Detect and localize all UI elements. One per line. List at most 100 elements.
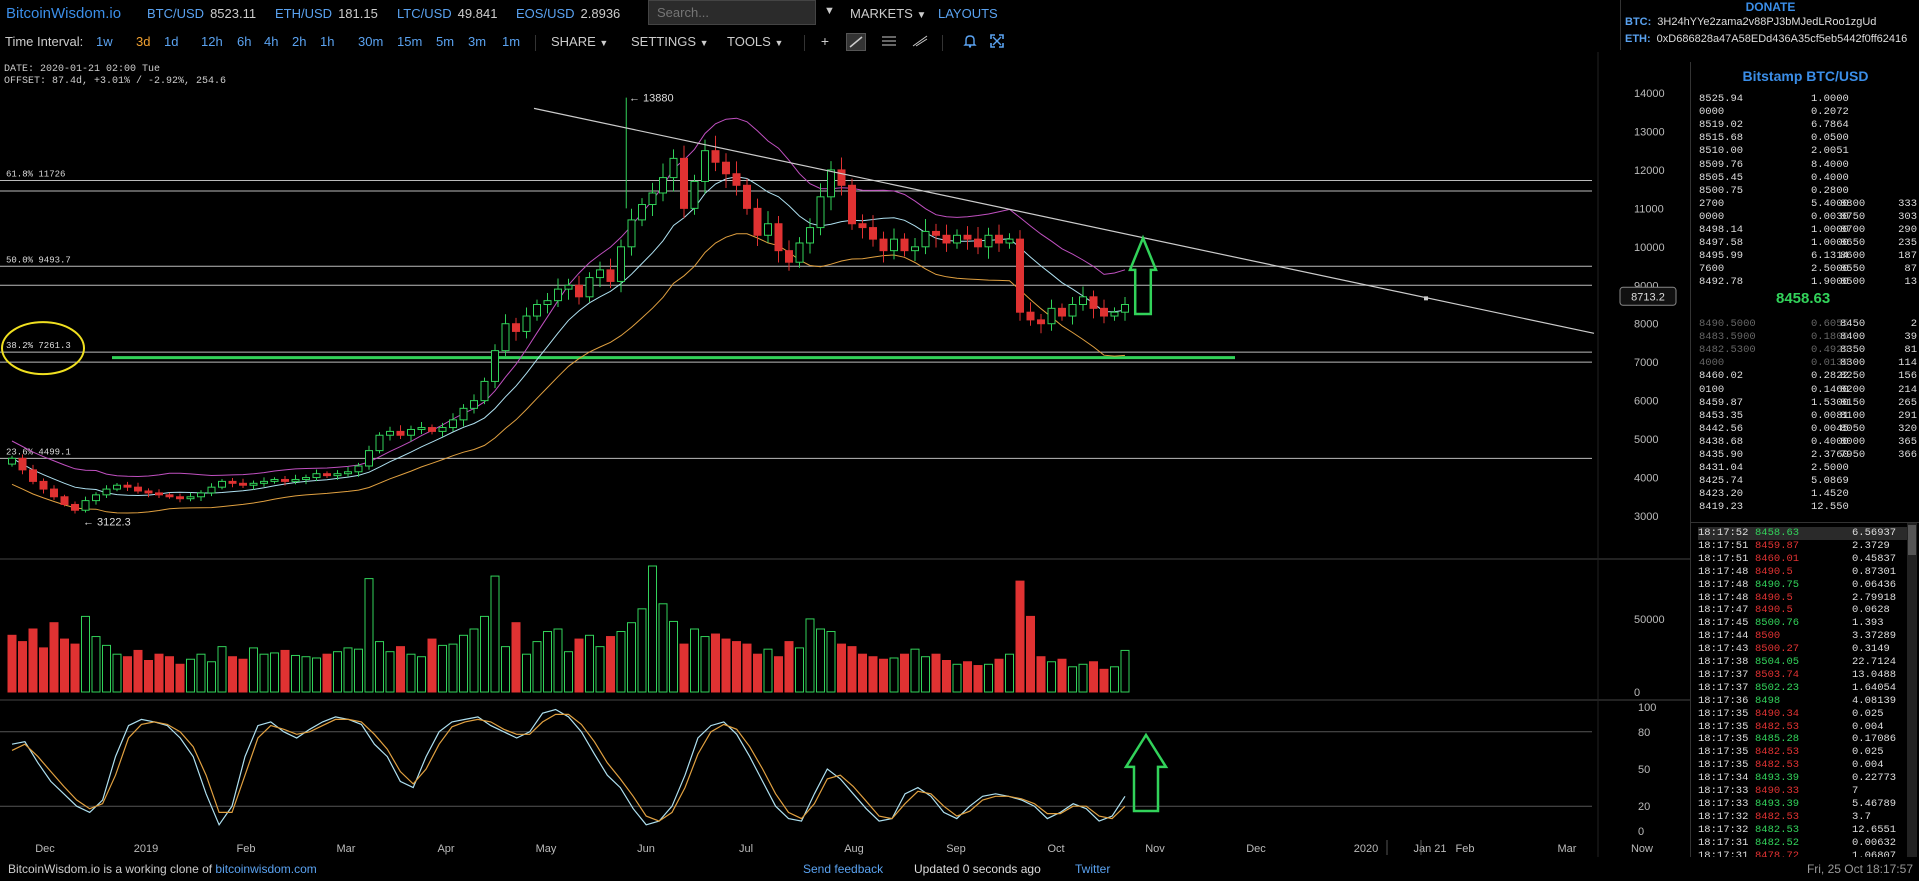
price-chart[interactable]: 61.8% 11726 50.0% 9493.7 38.2% 7261.3 23.6%… xyxy=(0,52,1690,857)
trade-price: 8500 xyxy=(1755,630,1781,643)
interval-4h[interactable]: 4h xyxy=(264,34,278,49)
orderbook-row: 8495.99 6.1314 8600 187 xyxy=(1699,250,1917,263)
orderbook-row: 8483.5900 0.1800 8400 39 xyxy=(1699,331,1917,344)
candle-body xyxy=(1089,296,1098,309)
interval-6h[interactable]: 6h xyxy=(237,34,251,49)
price-cell: 8459.87 xyxy=(1699,396,1744,409)
scroll-thumb[interactable] xyxy=(1908,525,1916,555)
interval-12h[interactable]: 12h xyxy=(201,34,223,49)
depth-price-cell: 8650 xyxy=(1840,237,1866,250)
ticker-ltc[interactable]: LTC/USD 49.841 xyxy=(397,6,497,21)
depth-price-cell: 8200 xyxy=(1840,383,1866,396)
ticker-btc[interactable]: BTC/USD 8523.11 xyxy=(147,6,256,21)
volume-bar xyxy=(228,656,237,693)
candle-body xyxy=(816,196,825,229)
interval-1h[interactable]: 1h xyxy=(320,34,334,49)
interval-3m[interactable]: 3m xyxy=(468,34,486,49)
volume-bar xyxy=(354,648,363,693)
candle-body xyxy=(900,238,909,252)
crosshair-icon[interactable]: + xyxy=(815,33,835,51)
interval-1w[interactable]: 1w xyxy=(96,34,113,49)
interval-2h[interactable]: 2h xyxy=(292,34,306,49)
depth-sum-cell: 265 xyxy=(1898,396,1917,409)
volume-bar xyxy=(1036,656,1046,693)
interval-30m[interactable]: 30m xyxy=(358,34,383,49)
trade-amount: 0.06436 xyxy=(1852,578,1897,591)
ticker-pair: BTC/USD xyxy=(147,6,205,21)
orderbook-title[interactable]: Bitstamp BTC/USD xyxy=(1691,68,1919,84)
volume-bar xyxy=(658,603,668,693)
interval-15m[interactable]: 15m xyxy=(397,34,422,49)
price-cell: 0000 xyxy=(1699,210,1725,223)
interval-1d[interactable]: 1d xyxy=(164,34,178,49)
site-logo[interactable]: BitcoinWisdom.io xyxy=(6,5,121,22)
trade-amount: 0.00632 xyxy=(1852,836,1897,849)
volume-bar xyxy=(711,633,720,693)
volume-bar xyxy=(217,646,227,693)
amount-cell: 0.2072 xyxy=(1811,106,1849,119)
high-annotation: ← 13880 xyxy=(629,93,674,105)
volume-bar xyxy=(91,636,101,693)
chart-date: DATE: 2020-01-21 02:00 Tue xyxy=(4,64,161,75)
candle-body xyxy=(365,450,373,467)
trade-row: 18:17:51 8460.01 0.45837 xyxy=(1698,553,1908,566)
trade-row: 18:17:35 8482.53 0.025 xyxy=(1698,746,1908,759)
depth-sum-cell: 235 xyxy=(1898,237,1917,250)
price-cell: 2700 xyxy=(1699,197,1725,210)
search-dropdown-icon[interactable]: ▼ xyxy=(824,5,835,17)
alert-bell-icon[interactable] xyxy=(960,33,980,51)
stoch-tick-label: 50 xyxy=(1638,764,1650,776)
fullscreen-icon[interactable] xyxy=(987,33,1007,51)
trade-amount: 3.7 xyxy=(1852,810,1871,823)
ticker-value: 2.8936 xyxy=(580,6,621,21)
trade-scrollbar[interactable] xyxy=(1907,523,1917,863)
trade-amount: 0.22773 xyxy=(1852,772,1897,785)
trade-amount: 0.45837 xyxy=(1852,552,1897,565)
interval-5m[interactable]: 5m xyxy=(436,34,454,49)
ticker-eth[interactable]: ETH/USD 181.15 xyxy=(275,6,378,21)
stoch-k-line xyxy=(11,708,1126,827)
candle-body xyxy=(942,234,951,244)
chevron-down-icon: ▼ xyxy=(916,10,927,21)
candle-body xyxy=(858,223,867,229)
depth-sum-cell: 13 xyxy=(1904,276,1917,289)
fib-tool-icon[interactable] xyxy=(910,33,930,51)
search-input[interactable] xyxy=(648,0,816,25)
chevron-down-icon: ▼ xyxy=(699,38,709,48)
trade-price: 8458.63 xyxy=(1755,527,1800,539)
settings-menu[interactable]: SETTINGS ▼ xyxy=(631,34,709,49)
donate-title[interactable]: DONATE xyxy=(1621,0,1919,14)
donate-btc-address: 3H24hYYe2zama2v88PJ3bMJedLRoo1zgUd xyxy=(1657,16,1877,28)
lower-band-line xyxy=(11,233,1126,514)
price-cell: 8505.45 xyxy=(1699,171,1744,184)
volume-bar xyxy=(144,660,153,693)
orderbook-row: 8525.94 1.0000 xyxy=(1699,93,1917,106)
x-tick-label: 2020 xyxy=(1354,843,1378,855)
twitter-link[interactable]: Twitter xyxy=(1075,862,1110,876)
trade-time: 18:17:37 xyxy=(1698,668,1749,681)
orderbook-row: 8435.90 2.3760 7950 366 xyxy=(1699,449,1917,462)
candle-body xyxy=(753,207,762,236)
trade-row: 18:17:31 8482.52 0.00632 xyxy=(1698,837,1908,850)
ticker-eos[interactable]: EOS/USD 2.8936 xyxy=(516,6,620,21)
horizontal-lines-icon[interactable] xyxy=(879,33,899,51)
donate-eth-address: 0xD686828a47A58EDd436A35cf5eb5442f0ff624… xyxy=(1656,33,1908,45)
layouts-link[interactable]: LAYOUTS xyxy=(938,6,998,21)
footer-clone-link[interactable]: bitcoinwisdom.com xyxy=(215,862,316,876)
interval-1m[interactable]: 1m xyxy=(502,34,520,49)
share-menu[interactable]: SHARE ▼ xyxy=(551,34,608,49)
trade-history[interactable]: 18:17:52 8458.63 6.56937 18:17:51 8459.87 2.3… xyxy=(1690,522,1919,863)
trade-amount: 0.004 xyxy=(1852,759,1884,772)
orderbook-row: 8500.75 0.2800 xyxy=(1699,185,1917,198)
trade-price: 8490.5 xyxy=(1755,565,1793,578)
trendline-tool-icon[interactable] xyxy=(846,33,866,51)
tools-menu[interactable]: TOOLS ▼ xyxy=(727,34,783,49)
candle-body xyxy=(491,350,499,382)
top-bar: BitcoinWisdom.io BTC/USD 8523.11 ETH/USD 1… xyxy=(0,0,1919,50)
price-tick-label: 6000 xyxy=(1634,396,1658,408)
interval-3d[interactable]: 3d xyxy=(136,34,150,49)
markets-menu[interactable]: MARKETS ▼ xyxy=(850,6,926,21)
volume-bar xyxy=(1005,653,1014,693)
send-feedback-link[interactable]: Send feedback xyxy=(803,862,883,876)
volume-bar xyxy=(1047,661,1056,693)
